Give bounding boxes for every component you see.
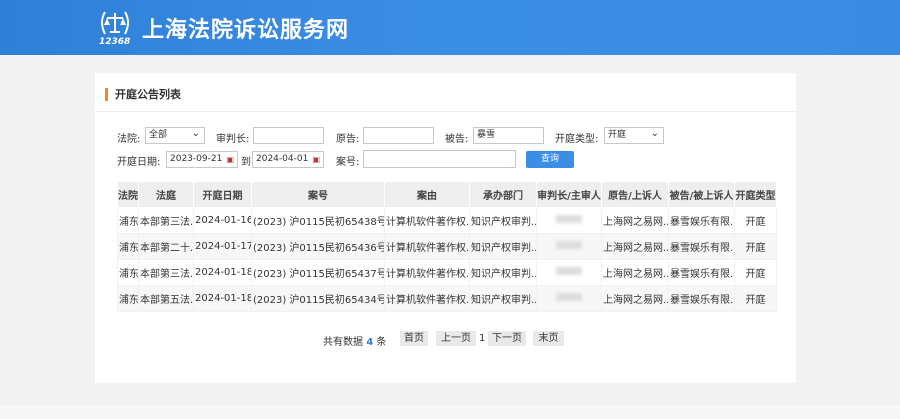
- cell-plaintiff: 上海网之易网...: [602, 260, 669, 286]
- cell-cause: 计算机软件著作权...: [385, 260, 470, 286]
- case-number-input[interactable]: [363, 150, 516, 168]
- judge-input[interactable]: [253, 127, 324, 144]
- cell-plaintiff: 上海网之易网...: [602, 208, 669, 234]
- redacted-name: [556, 267, 582, 275]
- cell-department: 知识产权审判...: [470, 260, 537, 286]
- defendant-input[interactable]: 暴雪: [473, 127, 544, 144]
- table-row[interactable]: 浦东本部第三法...2024-01-16(2023) 沪0115民初65438号…: [118, 208, 777, 234]
- defendant-label: 被告:: [445, 130, 468, 145]
- total-prefix: 共有数据: [323, 337, 363, 348]
- court-label: 法院:: [117, 130, 140, 145]
- case-label: 案号:: [336, 153, 359, 168]
- cell-case-number: (2023) 沪0115民初65436号: [252, 234, 385, 260]
- redacted-name: [556, 241, 582, 249]
- cell-defendant: 暴雪娱乐有限...: [669, 286, 735, 312]
- cell-type: 开庭: [735, 286, 777, 312]
- cell-date: 2024-01-18: [194, 286, 252, 312]
- table-row[interactable]: 浦东本部第三法...2024-01-18(2023) 沪0115民初65437号…: [118, 260, 777, 286]
- cell-cause: 计算机软件著作权...: [385, 208, 470, 234]
- cell-judge: [537, 234, 602, 260]
- header-courtroom: 法庭: [139, 182, 194, 208]
- hearing-table: 法院法庭开庭日期案号案由承办部门审判长/主审人原告/上诉人被告/被上诉人开庭类型…: [117, 181, 777, 312]
- table-row[interactable]: 浦东本部第五法...2024-01-18(2023) 沪0115民初65434号…: [118, 286, 777, 312]
- cell-cause: 计算机软件著作权...: [385, 234, 470, 260]
- judge-label: 审判长:: [216, 130, 249, 145]
- cell-court: 浦东: [118, 234, 139, 260]
- cell-case-number: (2023) 沪0115民初65437号: [252, 260, 385, 286]
- cell-defendant: 暴雪娱乐有限...: [669, 208, 735, 234]
- cell-courtroom: 本部第三法...: [139, 208, 194, 234]
- cell-judge: [537, 286, 602, 312]
- prev-page-button[interactable]: 上一页: [436, 331, 476, 346]
- header-case-number: 案号: [252, 182, 385, 208]
- site-title: 上海法院诉讼服务网: [142, 12, 349, 44]
- header-department: 承办部门: [470, 182, 537, 208]
- type-label: 开庭类型:: [555, 130, 598, 145]
- plaintiff-input[interactable]: [363, 127, 434, 144]
- cell-type: 开庭: [735, 234, 777, 260]
- date-label: 开庭日期:: [117, 153, 160, 168]
- header-court: 法院: [118, 182, 139, 208]
- next-page-button[interactable]: 下一页: [488, 331, 526, 346]
- table-row[interactable]: 浦东本部第二十...2024-01-17(2023) 沪0115民初65436号…: [118, 234, 777, 260]
- cell-court: 浦东: [118, 286, 139, 312]
- cell-defendant: 暴雪娱乐有限...: [669, 234, 735, 260]
- total-number: 4: [366, 337, 373, 348]
- total-suffix: 条: [376, 337, 386, 348]
- section-title: 开庭公告列表: [105, 88, 181, 101]
- plaintiff-label: 原告:: [336, 130, 359, 145]
- cell-department: 知识产权审判...: [470, 286, 537, 312]
- svg-text:12368: 12368: [99, 37, 130, 46]
- total-count: 共有数据 4 条: [323, 333, 386, 348]
- cell-date: 2024-01-17: [194, 234, 252, 260]
- search-button[interactable]: 查询: [526, 151, 574, 168]
- cell-courtroom: 本部第五法...: [139, 286, 194, 312]
- header-defendant: 被告/被上诉人: [669, 182, 735, 208]
- last-page-button[interactable]: 末页: [533, 331, 564, 346]
- court-logo-icon: 12368: [97, 8, 133, 46]
- redacted-name: [556, 293, 582, 301]
- divider: [95, 111, 796, 112]
- cell-case-number: (2023) 沪0115民初65434号: [252, 286, 385, 312]
- header-type: 开庭类型: [735, 182, 777, 208]
- cell-type: 开庭: [735, 260, 777, 286]
- date-from-input[interactable]: 2023-09-21: [166, 151, 238, 168]
- cell-judge: [537, 260, 602, 286]
- cell-courtroom: 本部第三法...: [139, 260, 194, 286]
- header-plaintiff: 原告/上诉人: [602, 182, 669, 208]
- date-to-input[interactable]: 2024-04-01: [252, 151, 324, 168]
- hearing-notice-panel: 开庭公告列表 法院: 全部 审判长: 原告: 被告: 暴雪 开庭类型: 开庭 开…: [95, 73, 796, 383]
- date-to-label: 到: [241, 153, 251, 168]
- cell-date: 2024-01-18: [194, 260, 252, 286]
- cell-cause: 计算机软件著作权...: [385, 286, 470, 312]
- cell-courtroom: 本部第二十...: [139, 234, 194, 260]
- cell-department: 知识产权审判...: [470, 208, 537, 234]
- cell-plaintiff: 上海网之易网...: [602, 234, 669, 260]
- type-select[interactable]: 开庭: [604, 127, 664, 144]
- header-judge: 审判长/主审人: [537, 182, 602, 208]
- horizontal-scrollbar[interactable]: [0, 405, 900, 419]
- first-page-button[interactable]: 首页: [400, 331, 428, 346]
- header-date: 开庭日期: [194, 182, 252, 208]
- cell-court: 浦东: [118, 208, 139, 234]
- cell-defendant: 暴雪娱乐有限...: [669, 260, 735, 286]
- header-cause: 案由: [385, 182, 470, 208]
- current-page: 1: [479, 333, 485, 344]
- cell-date: 2024-01-16: [194, 208, 252, 234]
- site-header: 12368 上海法院诉讼服务网: [0, 0, 900, 55]
- court-select[interactable]: 全部: [145, 127, 205, 144]
- cell-plaintiff: 上海网之易网...: [602, 286, 669, 312]
- cell-case-number: (2023) 沪0115民初65438号: [252, 208, 385, 234]
- cell-court: 浦东: [118, 260, 139, 286]
- redacted-name: [556, 215, 582, 223]
- cell-department: 知识产权审判...: [470, 234, 537, 260]
- cell-type: 开庭: [735, 208, 777, 234]
- cell-judge: [537, 208, 602, 234]
